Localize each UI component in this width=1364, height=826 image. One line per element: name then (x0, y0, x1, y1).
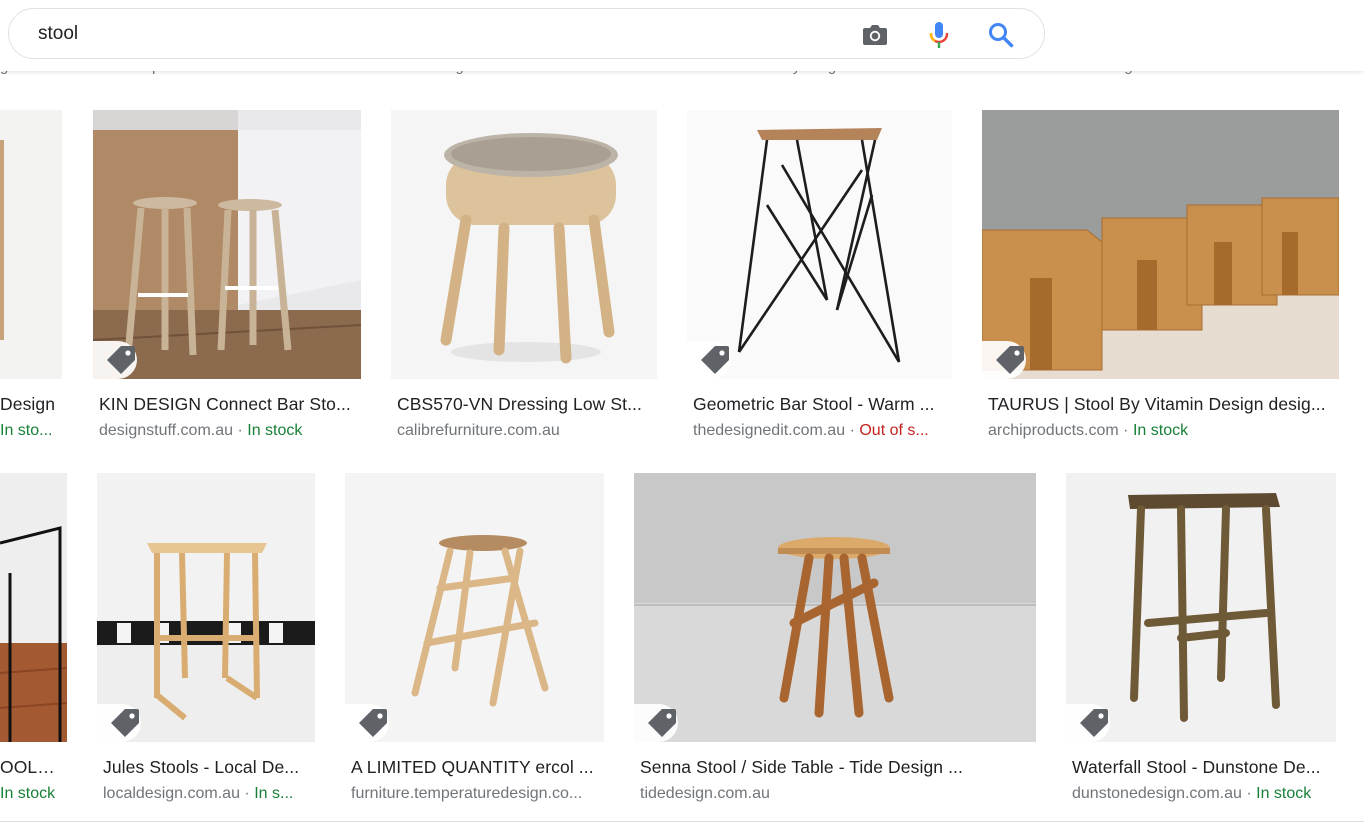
result-source[interactable]: dunstonedesign.com.au · In stock (1072, 785, 1334, 803)
result-title[interactable]: A LIMITED QUANTITY ercol ... (351, 757, 599, 778)
result-source[interactable]: In stock (0, 785, 62, 803)
result-source[interactable]: archiproducts.com · In stock (988, 422, 1336, 440)
result-source[interactable]: tidedesign.com.au (640, 785, 1030, 803)
result-title[interactable]: Jules Stools - Local De... (103, 757, 309, 778)
camera-icon[interactable] (861, 21, 889, 49)
result-source[interactable]: furniture.temperaturedesign.co... (351, 785, 599, 803)
result-title[interactable]: TAURUS | Stool By Vitamin Design desig..… (988, 394, 1336, 415)
result-image[interactable] (982, 110, 1339, 379)
result-title[interactable]: Waterfall Stool - Dunstone De... (1072, 757, 1334, 778)
result-title[interactable]: Design (0, 394, 60, 415)
result-source[interactable]: In sto... (0, 422, 60, 440)
result-image[interactable] (391, 110, 657, 379)
result-source[interactable]: calibrefurniture.com.au (397, 422, 649, 440)
price-tag-icon (1066, 704, 1110, 742)
price-tag-icon (982, 341, 1026, 379)
result-image[interactable] (97, 473, 315, 742)
result-title[interactable]: OOLS... (0, 757, 62, 778)
microphone-icon[interactable] (925, 21, 953, 49)
result-title[interactable]: KIN DESIGN Connect Bar Sto... (99, 394, 354, 415)
result-image[interactable] (0, 473, 67, 742)
result-image[interactable] (1066, 473, 1336, 742)
result-image[interactable] (93, 110, 361, 379)
search-icon[interactable] (987, 21, 1015, 49)
search-header (0, 0, 1364, 71)
price-tag-icon (97, 704, 141, 742)
price-tag-icon (634, 704, 678, 742)
price-tag-icon (345, 704, 389, 742)
result-title[interactable]: Senna Stool / Side Table - Tide Design .… (640, 757, 1030, 778)
result-title[interactable]: Geometric Bar Stool - Warm ... (693, 394, 945, 415)
result-source[interactable]: localdesign.com.au · In s... (103, 785, 309, 803)
price-tag-icon (687, 341, 731, 379)
result-image[interactable] (0, 110, 62, 379)
search-box (8, 8, 1045, 59)
result-source[interactable]: thedesignedit.com.au · Out of s... (693, 422, 945, 440)
price-tag-icon (93, 341, 137, 379)
result-image[interactable] (634, 473, 1036, 742)
result-image[interactable] (687, 110, 952, 379)
result-source[interactable]: designstuff.com.au · In stock (99, 422, 354, 440)
result-title[interactable]: CBS570-VN Dressing Low St... (397, 394, 649, 415)
bottom-divider (0, 821, 1364, 822)
search-input[interactable] (38, 20, 818, 48)
result-image[interactable] (345, 473, 604, 742)
